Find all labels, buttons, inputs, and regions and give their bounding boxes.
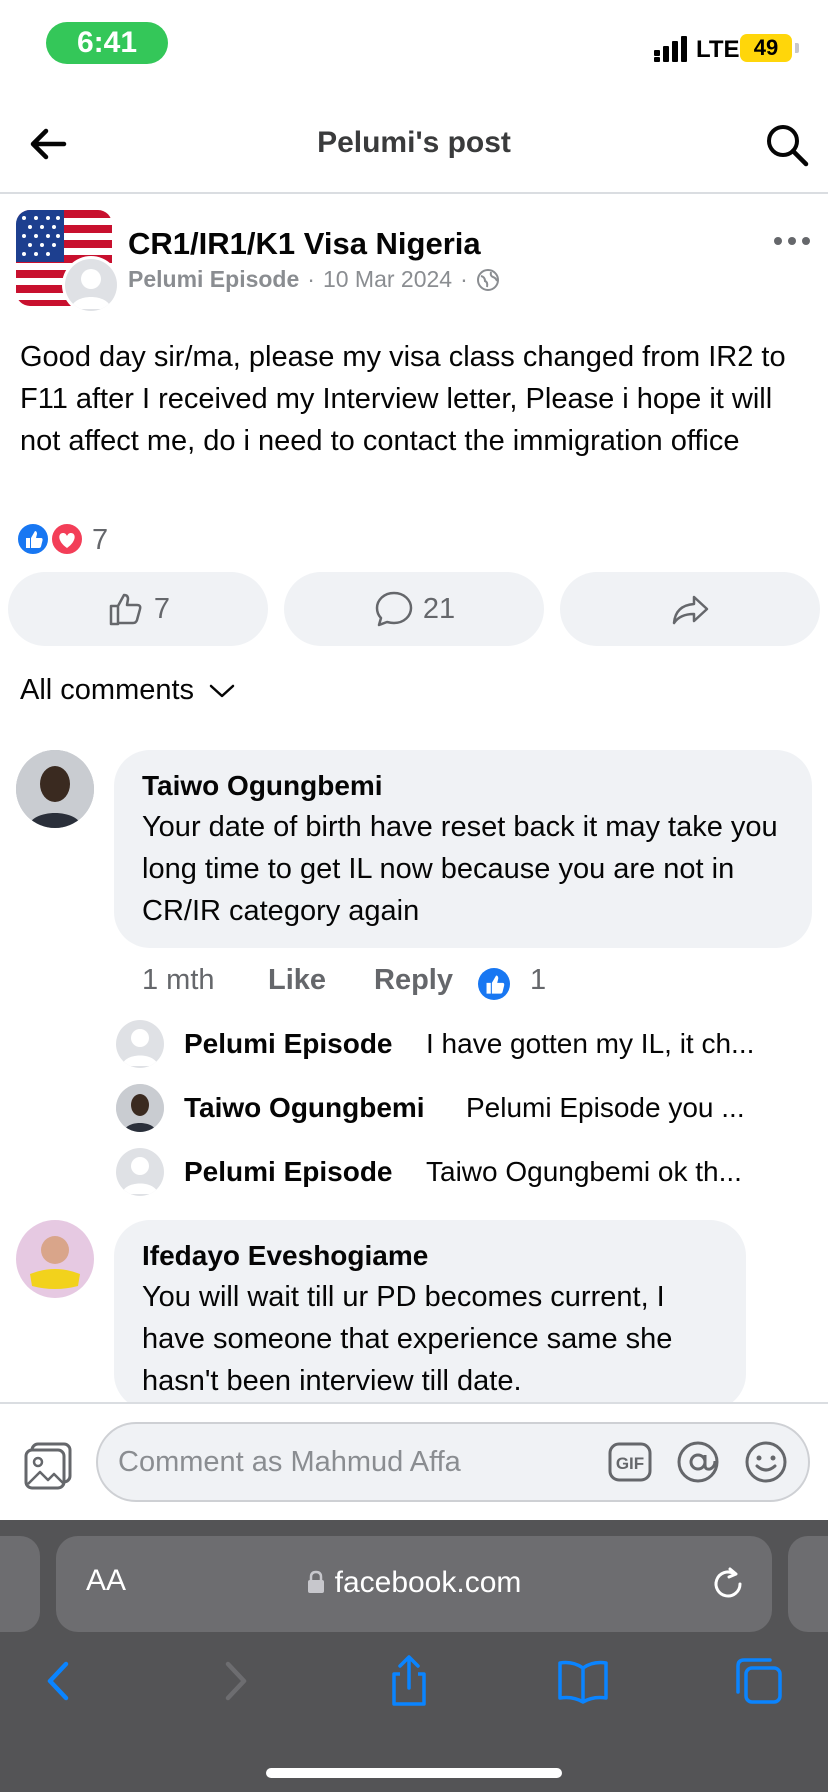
like-count: 7 bbox=[153, 592, 171, 625]
comments-filter-label: All comments bbox=[20, 674, 195, 706]
reply-item[interactable]: Pelumi Episode Taiwo Ogungbemi ok th... bbox=[116, 1148, 816, 1198]
comment-input-field[interactable]: GIF bbox=[96, 1422, 810, 1502]
comment-bubble-icon bbox=[375, 591, 413, 627]
status-time: 6:41 bbox=[46, 22, 168, 64]
comment-input[interactable] bbox=[118, 1442, 598, 1482]
status-bar: 6:41 LTE 49 bbox=[0, 0, 828, 96]
network-type: LTE bbox=[696, 36, 740, 63]
like-reaction-icon bbox=[16, 522, 50, 556]
profile-photo-icon bbox=[16, 750, 94, 828]
comment-text: Your date of birth have reset back it ma… bbox=[142, 811, 778, 927]
comment-count: 21 bbox=[422, 592, 456, 625]
previous-tab-stub[interactable] bbox=[0, 1536, 40, 1632]
next-tab-stub[interactable] bbox=[788, 1536, 828, 1632]
reply-author[interactable]: Taiwo Ogungbemi bbox=[184, 1092, 425, 1124]
photo-icon[interactable] bbox=[22, 1440, 74, 1492]
reply-item[interactable]: Taiwo Ogungbemi Pelumi Episode you ... bbox=[116, 1084, 816, 1134]
post-author[interactable]: Pelumi Episode bbox=[128, 266, 299, 292]
post-actions: 7 21 bbox=[8, 572, 820, 646]
love-reaction-icon bbox=[50, 522, 84, 556]
reply-preview-text: I have gotten my IL, it ch... bbox=[426, 1028, 755, 1059]
comments-filter-dropdown[interactable]: All comments bbox=[20, 674, 236, 707]
post-header-bar: Pelumi's post bbox=[0, 96, 828, 194]
like-button[interactable]: 7 bbox=[8, 572, 268, 646]
address-bar[interactable]: AA facebook.com bbox=[56, 1536, 772, 1632]
reply-author[interactable]: Pelumi Episode bbox=[184, 1156, 393, 1188]
comment-like-button[interactable]: Like bbox=[268, 964, 326, 997]
comment-composer: GIF bbox=[0, 1402, 828, 1520]
gif-icon[interactable]: GIF bbox=[608, 1442, 652, 1482]
reaction-count: 7 bbox=[92, 524, 109, 556]
comment-author[interactable]: Taiwo Ogungbemi bbox=[142, 770, 383, 802]
more-options-icon[interactable] bbox=[772, 226, 812, 256]
comment-text: You will wait till ur PD becomes current… bbox=[142, 1281, 673, 1397]
globe-icon bbox=[476, 269, 499, 291]
share-icon[interactable] bbox=[382, 1654, 436, 1708]
commenter-avatar[interactable] bbox=[16, 750, 94, 828]
post-meta: Pelumi Episode · 10 Mar 2024 · bbox=[128, 266, 500, 293]
profile-photo-icon bbox=[116, 1084, 164, 1132]
author-avatar[interactable] bbox=[62, 256, 120, 314]
url-display[interactable]: facebook.com bbox=[56, 1566, 772, 1600]
commenter-avatar[interactable] bbox=[16, 1220, 94, 1298]
post-body: Good day sir/ma, please my visa class ch… bbox=[20, 341, 786, 457]
url-text: facebook.com bbox=[334, 1566, 522, 1599]
comment-reply-button[interactable]: Reply bbox=[374, 964, 453, 997]
browser-toolbar: AA facebook.com bbox=[0, 1520, 828, 1792]
search-icon[interactable] bbox=[762, 120, 812, 170]
chevron-down-icon bbox=[209, 684, 235, 697]
tabs-icon[interactable] bbox=[732, 1654, 786, 1708]
comment-reaction-count: 1 bbox=[530, 964, 547, 996]
battery-icon: 49 bbox=[740, 34, 799, 62]
thumbs-up-icon bbox=[109, 593, 142, 626]
meta-separator: · bbox=[460, 266, 468, 292]
reload-icon[interactable] bbox=[708, 1564, 748, 1604]
bookmarks-icon[interactable] bbox=[556, 1654, 610, 1708]
page-title: Pelumi's post bbox=[317, 126, 511, 159]
svg-text:GIF: GIF bbox=[616, 1454, 644, 1473]
comment-time[interactable]: 1 mth bbox=[142, 964, 215, 997]
default-user-icon bbox=[65, 259, 117, 311]
group-name[interactable]: CR1/IR1/K1 Visa Nigeria bbox=[128, 226, 481, 262]
reply-preview-text: Taiwo Ogungbemi ok th... bbox=[426, 1156, 742, 1187]
profile-photo-icon bbox=[16, 1220, 94, 1298]
post-date[interactable]: 10 Mar 2024 bbox=[323, 266, 452, 292]
signal-strength-icon bbox=[654, 36, 687, 62]
like-reaction-icon bbox=[478, 968, 510, 1000]
reply-preview-text: Pelumi Episode you ... bbox=[466, 1092, 745, 1123]
reply-item[interactable]: Pelumi Episode I have gotten my IL, it c… bbox=[116, 1020, 816, 1070]
lock-icon bbox=[307, 1570, 324, 1593]
share-button[interactable] bbox=[560, 572, 820, 646]
reply-author[interactable]: Pelumi Episode bbox=[184, 1028, 393, 1060]
emoji-icon[interactable] bbox=[744, 1440, 788, 1484]
browser-back-icon[interactable] bbox=[32, 1654, 86, 1708]
home-indicator[interactable] bbox=[266, 1768, 562, 1778]
browser-forward-icon[interactable] bbox=[208, 1654, 262, 1708]
default-user-icon bbox=[116, 1148, 164, 1196]
default-user-icon bbox=[116, 1020, 164, 1068]
share-arrow-icon bbox=[672, 595, 709, 625]
comment-button[interactable]: 21 bbox=[284, 572, 544, 646]
meta-separator: · bbox=[307, 266, 315, 292]
comment-author[interactable]: Ifedayo Eveshogiame bbox=[142, 1240, 428, 1272]
mention-icon[interactable] bbox=[676, 1440, 720, 1484]
